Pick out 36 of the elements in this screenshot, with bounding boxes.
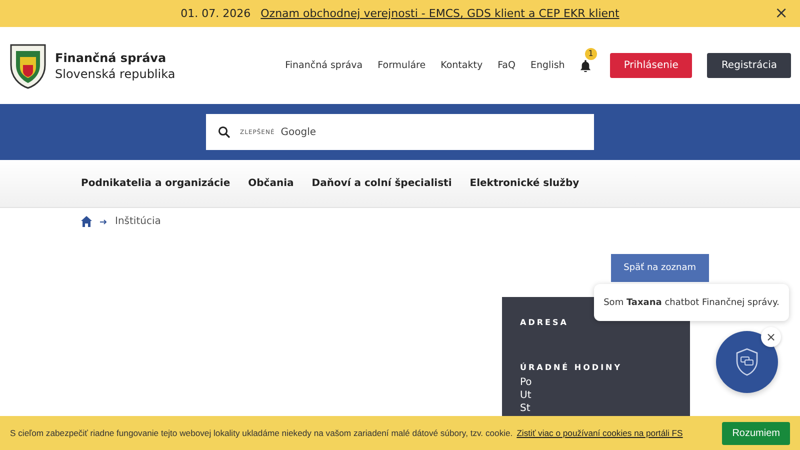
nav-item[interactable]: Daňoví a colní špecialisti: [312, 178, 452, 189]
nav-item[interactable]: Občania: [248, 178, 294, 189]
notification-badge: 1: [584, 48, 597, 60]
header-link[interactable]: Finančná správa: [285, 60, 363, 71]
header-link[interactable]: Formuláre: [378, 60, 426, 71]
breadcrumb-item: Inštitúcia: [115, 216, 161, 227]
accept-button[interactable]: Rozumiem: [722, 422, 790, 444]
nav-item[interactable]: Elektronické služby: [470, 178, 580, 189]
register-button[interactable]: Registrácia: [707, 53, 791, 78]
header-link[interactable]: Kontakty: [440, 60, 483, 71]
login-button[interactable]: Prihlásenie: [610, 53, 692, 78]
back-button[interactable]: Späť na zoznam: [610, 254, 709, 282]
site-subtitle: Slovenská republika: [55, 66, 176, 82]
section-heading: ADRESA: [520, 317, 570, 329]
bell-icon[interactable]: [580, 60, 591, 72]
announcement-date: 01. 07. 2026: [180, 7, 251, 20]
announcement-link[interactable]: Oznam obchodnej verejnosti - EMCS, GDS klient a CEP EKR klient: [260, 7, 620, 20]
chat-close-button[interactable]: ×: [761, 327, 781, 347]
coat-of-arms-icon[interactable]: [9, 42, 47, 88]
section-heading: ÚRADNÉ HODINY: [520, 362, 624, 374]
nav-item[interactable]: Podnikatelia a organizácie: [81, 178, 230, 189]
chatbot-button[interactable]: [716, 331, 778, 393]
header-link[interactable]: FaQ: [498, 60, 516, 71]
header-link[interactable]: English: [530, 60, 565, 71]
day-label: Ut: [520, 389, 532, 402]
home-icon[interactable]: [81, 216, 92, 227]
cookie-text: S cieľom zabezpečiť riadne fungovanie tejto webovej lokality ukladáme niekedy na vašom zariadení malé dátové súbory, tzv. cookie.: [10, 428, 513, 438]
close-button[interactable]: ×: [772, 4, 790, 22]
site-title: Finančná správa: [55, 50, 168, 66]
cookie-link[interactable]: Zistiť viac o používaní cookies na portáli FS: [516, 428, 683, 438]
search-icon: [218, 126, 230, 138]
chat-message: Som Taxana chatbot Finančnej správy.: [594, 284, 789, 321]
day-label: St: [520, 402, 532, 415]
day-label: Po: [520, 376, 533, 389]
shield-chat-icon: [735, 348, 759, 376]
arrow-icon: [100, 218, 107, 224]
